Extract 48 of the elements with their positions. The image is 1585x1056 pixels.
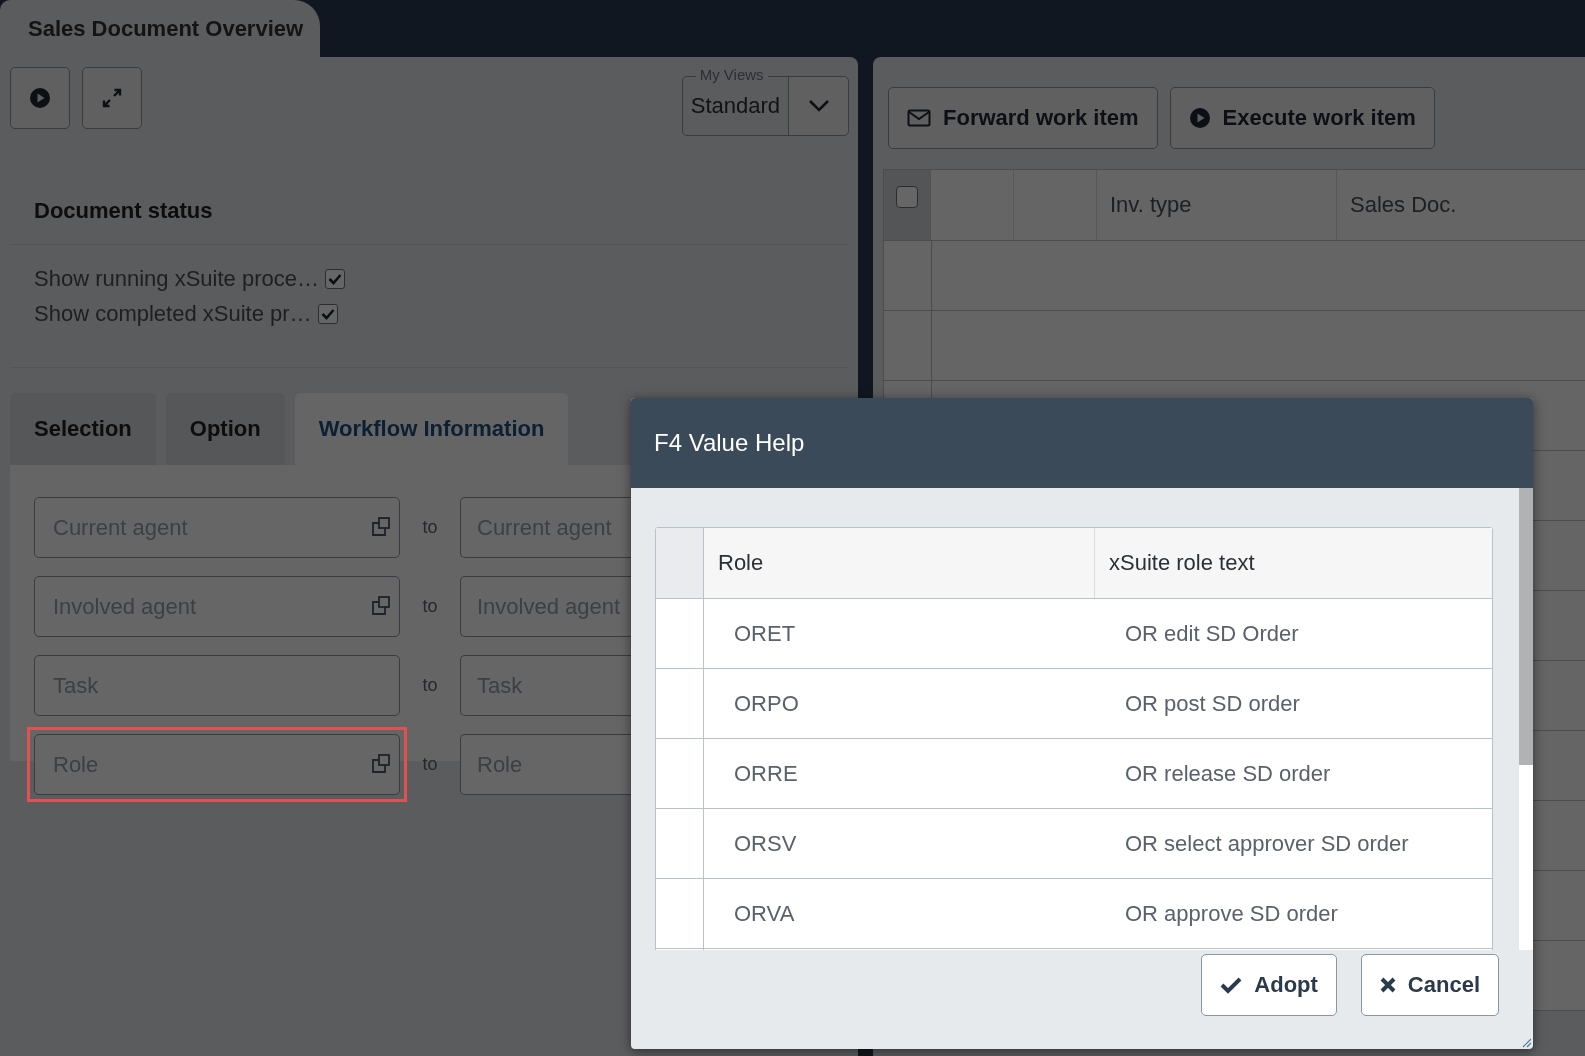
table-cell-text: ORPO xyxy=(733,689,800,718)
table-cell-text: OR edit SD Order xyxy=(1124,619,1300,648)
value-help-icon[interactable] xyxy=(370,516,392,538)
table-cell-text: OR post SD order xyxy=(1124,689,1301,718)
table-cell-text: OR approve SD order xyxy=(1124,899,1339,928)
checkbox[interactable] xyxy=(317,303,338,324)
column-header[interactable]: Role xyxy=(704,528,1095,598)
table-row[interactable]: ORPO OR post SD order xyxy=(656,669,1492,739)
range-separator: to xyxy=(421,517,439,538)
table-cell-text: ORET xyxy=(733,619,797,648)
dropdown-button[interactable] xyxy=(788,77,848,135)
checkbox[interactable] xyxy=(324,268,345,289)
table-row[interactable]: ORSV OR select approver SD order xyxy=(656,809,1492,879)
scrollbar[interactable] xyxy=(1519,488,1533,950)
table-cell-text: ORVA xyxy=(733,899,796,928)
value-help-icon[interactable] xyxy=(370,753,392,775)
close-icon xyxy=(1379,977,1396,993)
value-help-icon[interactable] xyxy=(370,595,392,617)
check-icon xyxy=(1220,976,1243,994)
checkbox[interactable] xyxy=(896,186,918,208)
range-separator: to xyxy=(421,675,439,696)
play-icon xyxy=(29,87,51,109)
table-cell-text: ORRE xyxy=(733,759,799,788)
table-cell-text: ORSV xyxy=(733,829,798,858)
adopt-button[interactable]: Adopt xyxy=(1201,954,1337,1016)
fullscreen-button[interactable] xyxy=(82,67,142,129)
table-row[interactable]: ORVA OR approve SD order xyxy=(656,879,1492,949)
envelope-icon xyxy=(907,109,931,127)
execute-button[interactable] xyxy=(10,67,70,129)
scrollbar-thumb[interactable] xyxy=(1519,488,1533,765)
section-heading: Document status xyxy=(10,136,848,245)
selector-header[interactable] xyxy=(656,528,704,598)
column-header[interactable]: xSuite role text xyxy=(1095,528,1492,598)
table-cell-text: OR release SD order xyxy=(1124,759,1332,788)
views-value: Standard xyxy=(690,93,780,119)
table-cell-text: OR select approver SD order xyxy=(1124,829,1410,858)
cancel-button[interactable]: Cancel xyxy=(1360,954,1499,1016)
table-row[interactable]: ORET OR edit SD Order xyxy=(656,599,1492,669)
table-row[interactable]: ORRE OR release SD order xyxy=(656,739,1492,809)
range-separator: to xyxy=(421,596,439,617)
dialog-title: F4 Value Help xyxy=(631,398,1533,488)
checkbox-label: Show completed xSuite pr… xyxy=(34,300,312,327)
expand-icon xyxy=(101,87,123,109)
checkbox-label: Show running xSuite proce… xyxy=(34,265,319,292)
range-separator: to xyxy=(421,754,439,775)
resize-handle-icon[interactable] xyxy=(1520,1036,1532,1048)
play-icon xyxy=(1188,107,1211,129)
chevron-down-icon xyxy=(807,99,830,113)
